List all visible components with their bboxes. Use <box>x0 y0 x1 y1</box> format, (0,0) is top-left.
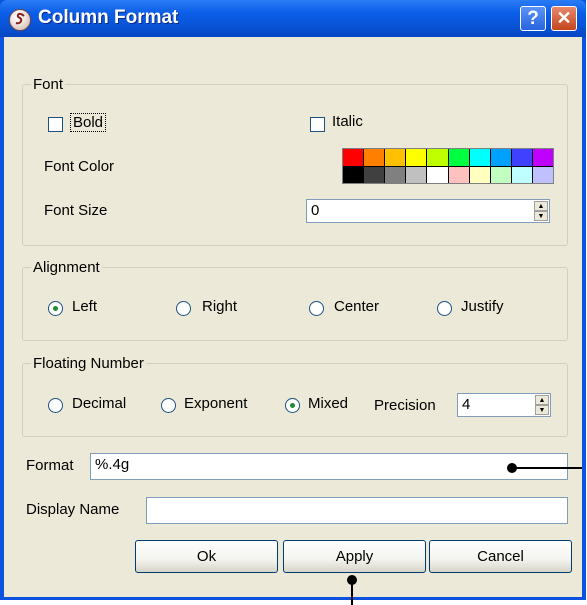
precision-label: Precision <box>374 397 436 414</box>
format-input[interactable]: %.4g <box>90 453 568 480</box>
color-swatch[interactable] <box>469 166 490 183</box>
align-left-label[interactable]: Left <box>72 298 97 315</box>
close-button[interactable]: ✕ <box>551 6 577 31</box>
spin-up-icon[interactable]: ▲ <box>534 201 548 211</box>
color-swatch[interactable] <box>385 166 406 183</box>
bold-checkbox[interactable] <box>48 117 63 132</box>
help-button[interactable]: ? <box>520 6 546 31</box>
exponent-radio[interactable] <box>161 398 176 413</box>
dialog-body: Font Bold Italic Font Color Font Size 0 … <box>4 37 582 605</box>
color-swatch[interactable] <box>490 166 511 183</box>
decimal-radio[interactable] <box>48 398 63 413</box>
spin-down-icon[interactable]: ▼ <box>535 405 549 415</box>
color-swatch[interactable] <box>364 149 385 166</box>
apply-button[interactable]: Apply <box>283 540 426 573</box>
title-bar[interactable]: Column Format ? ✕ <box>0 0 586 37</box>
color-swatch[interactable] <box>343 166 364 183</box>
color-swatch[interactable] <box>532 166 553 183</box>
italic-checkbox[interactable] <box>310 117 325 132</box>
dialog-window: Column Format ? ✕ Font Bold Italic Font … <box>0 0 586 605</box>
mixed-label[interactable]: Mixed <box>308 395 348 412</box>
annotation-line <box>351 584 353 605</box>
floating-number-group-legend: Floating Number <box>33 355 144 372</box>
align-left-radio[interactable] <box>48 301 63 316</box>
font-size-spinner[interactable]: 0 ▲ ▼ <box>306 199 550 223</box>
cancel-button[interactable]: Cancel <box>429 540 572 573</box>
exponent-label[interactable]: Exponent <box>184 395 247 412</box>
color-swatch[interactable] <box>427 166 448 183</box>
window-title: Column Format <box>38 7 179 28</box>
color-swatch[interactable] <box>532 149 553 166</box>
app-icon <box>9 9 31 31</box>
color-swatch[interactable] <box>364 166 385 183</box>
precision-spinner[interactable]: 4 ▲ ▼ <box>457 393 551 417</box>
annotation-line <box>516 467 582 469</box>
color-swatch[interactable] <box>406 149 427 166</box>
font-group-legend: Font <box>33 76 64 93</box>
bold-label[interactable]: Bold <box>70 113 107 132</box>
italic-label[interactable]: Italic <box>332 113 363 130</box>
precision-value: 4 <box>462 396 471 413</box>
align-center-radio[interactable] <box>309 301 324 316</box>
font-color-label: Font Color <box>44 158 115 175</box>
font-size-value: 0 <box>311 202 320 219</box>
font-size-label: Font Size <box>44 202 108 219</box>
align-justify-radio[interactable] <box>437 301 452 316</box>
display-name-label: Display Name <box>26 501 120 518</box>
display-name-input[interactable] <box>146 497 568 524</box>
color-swatch[interactable] <box>490 149 511 166</box>
align-right-label[interactable]: Right <box>202 298 237 315</box>
ok-button[interactable]: Ok <box>135 540 278 573</box>
color-swatch[interactable] <box>511 149 532 166</box>
precision-spin-buttons[interactable]: ▲ ▼ <box>535 395 549 415</box>
alignment-group-legend: Alignment <box>33 259 100 276</box>
color-swatch[interactable] <box>469 149 490 166</box>
color-swatch[interactable] <box>427 149 448 166</box>
color-swatch[interactable] <box>385 149 406 166</box>
color-swatch[interactable] <box>448 149 469 166</box>
align-justify-label[interactable]: Justify <box>461 298 504 315</box>
mixed-radio[interactable] <box>285 398 300 413</box>
color-swatch[interactable] <box>343 149 364 166</box>
font-size-spin-buttons[interactable]: ▲ ▼ <box>534 201 548 221</box>
format-label: Format <box>26 457 74 474</box>
align-center-label[interactable]: Center <box>334 298 379 315</box>
color-swatch[interactable] <box>406 166 427 183</box>
color-swatch[interactable] <box>511 166 532 183</box>
font-color-palette[interactable] <box>342 148 554 184</box>
align-right-radio[interactable] <box>176 301 191 316</box>
color-swatch[interactable] <box>448 166 469 183</box>
spin-up-icon[interactable]: ▲ <box>535 395 549 405</box>
spin-down-icon[interactable]: ▼ <box>534 211 548 221</box>
decimal-label[interactable]: Decimal <box>72 395 126 412</box>
